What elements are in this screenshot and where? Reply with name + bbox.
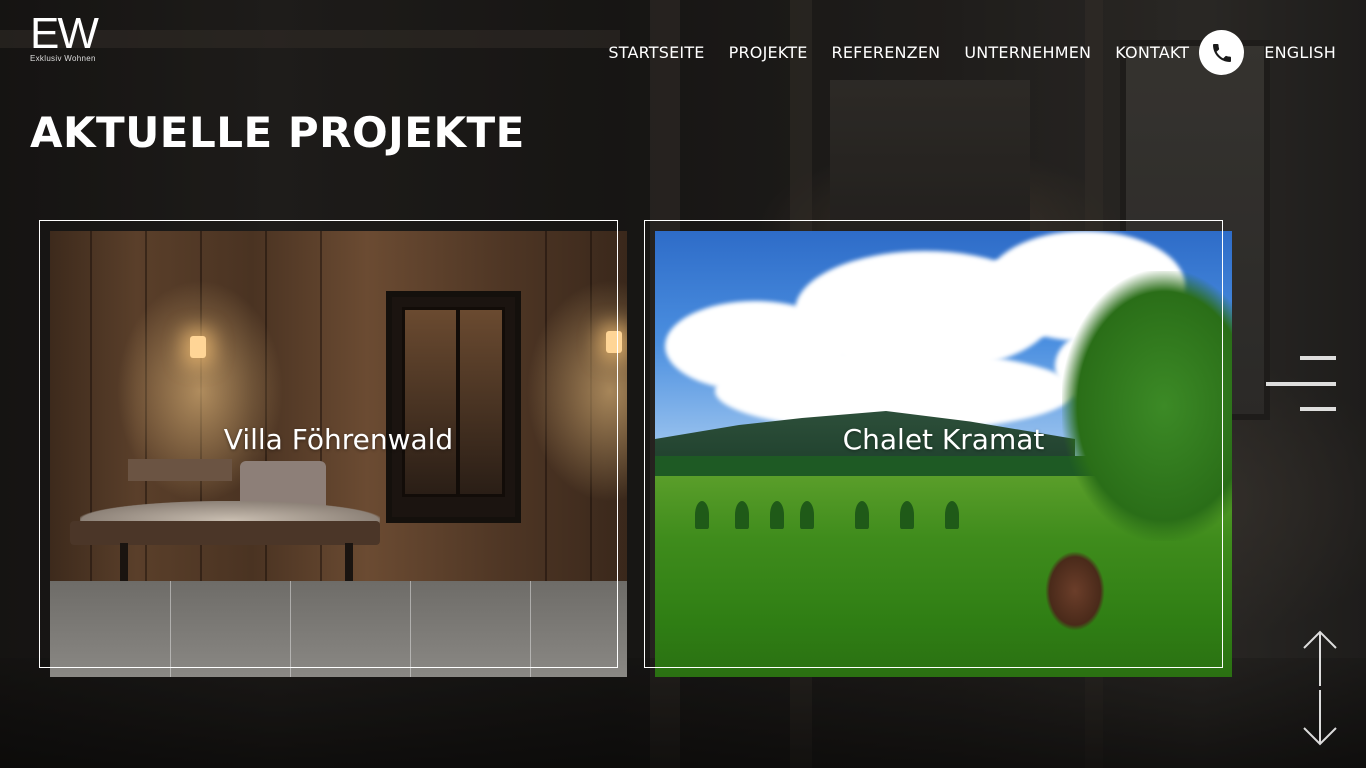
menu-line: [1300, 356, 1336, 360]
scroll-arrows-button[interactable]: [1302, 630, 1338, 748]
site-header: EW Exklusiv Wohnen STARTSEITE PROJEKTE R…: [0, 0, 1366, 80]
up-down-arrows-icon: [1303, 630, 1337, 746]
project-card-chalet[interactable]: Chalet Kramat: [644, 220, 1232, 677]
nav-item-kontakt[interactable]: KONTAKT: [1115, 43, 1189, 62]
language-switch[interactable]: ENGLISH: [1264, 43, 1336, 62]
project-card-villa[interactable]: Villa Föhrenwald: [39, 220, 627, 677]
phone-button[interactable]: [1199, 30, 1245, 75]
logo-mark: EW: [30, 9, 99, 58]
main-nav: STARTSEITE PROJEKTE REFERENZEN UNTERNEHM…: [584, 30, 1336, 75]
nav-item-projekte[interactable]: PROJEKTE: [729, 43, 808, 62]
project-title: Villa Föhrenwald: [223, 422, 454, 456]
page-title: AKTUELLE PROJEKTE: [30, 108, 525, 157]
project-title: Chalet Kramat: [842, 422, 1045, 456]
logo-subtitle: Exklusiv Wohnen: [30, 54, 96, 63]
nav-item-referenzen[interactable]: REFERENZEN: [832, 43, 941, 62]
menu-line: [1266, 382, 1336, 386]
logo[interactable]: EW Exklusiv Wohnen: [30, 9, 102, 64]
menu-toggle-button[interactable]: [1266, 356, 1336, 414]
phone-icon: [1212, 43, 1231, 62]
nav-item-unternehmen[interactable]: UNTERNEHMEN: [964, 43, 1091, 62]
nav-item-startseite[interactable]: STARTSEITE: [608, 43, 704, 62]
menu-line: [1300, 407, 1336, 411]
